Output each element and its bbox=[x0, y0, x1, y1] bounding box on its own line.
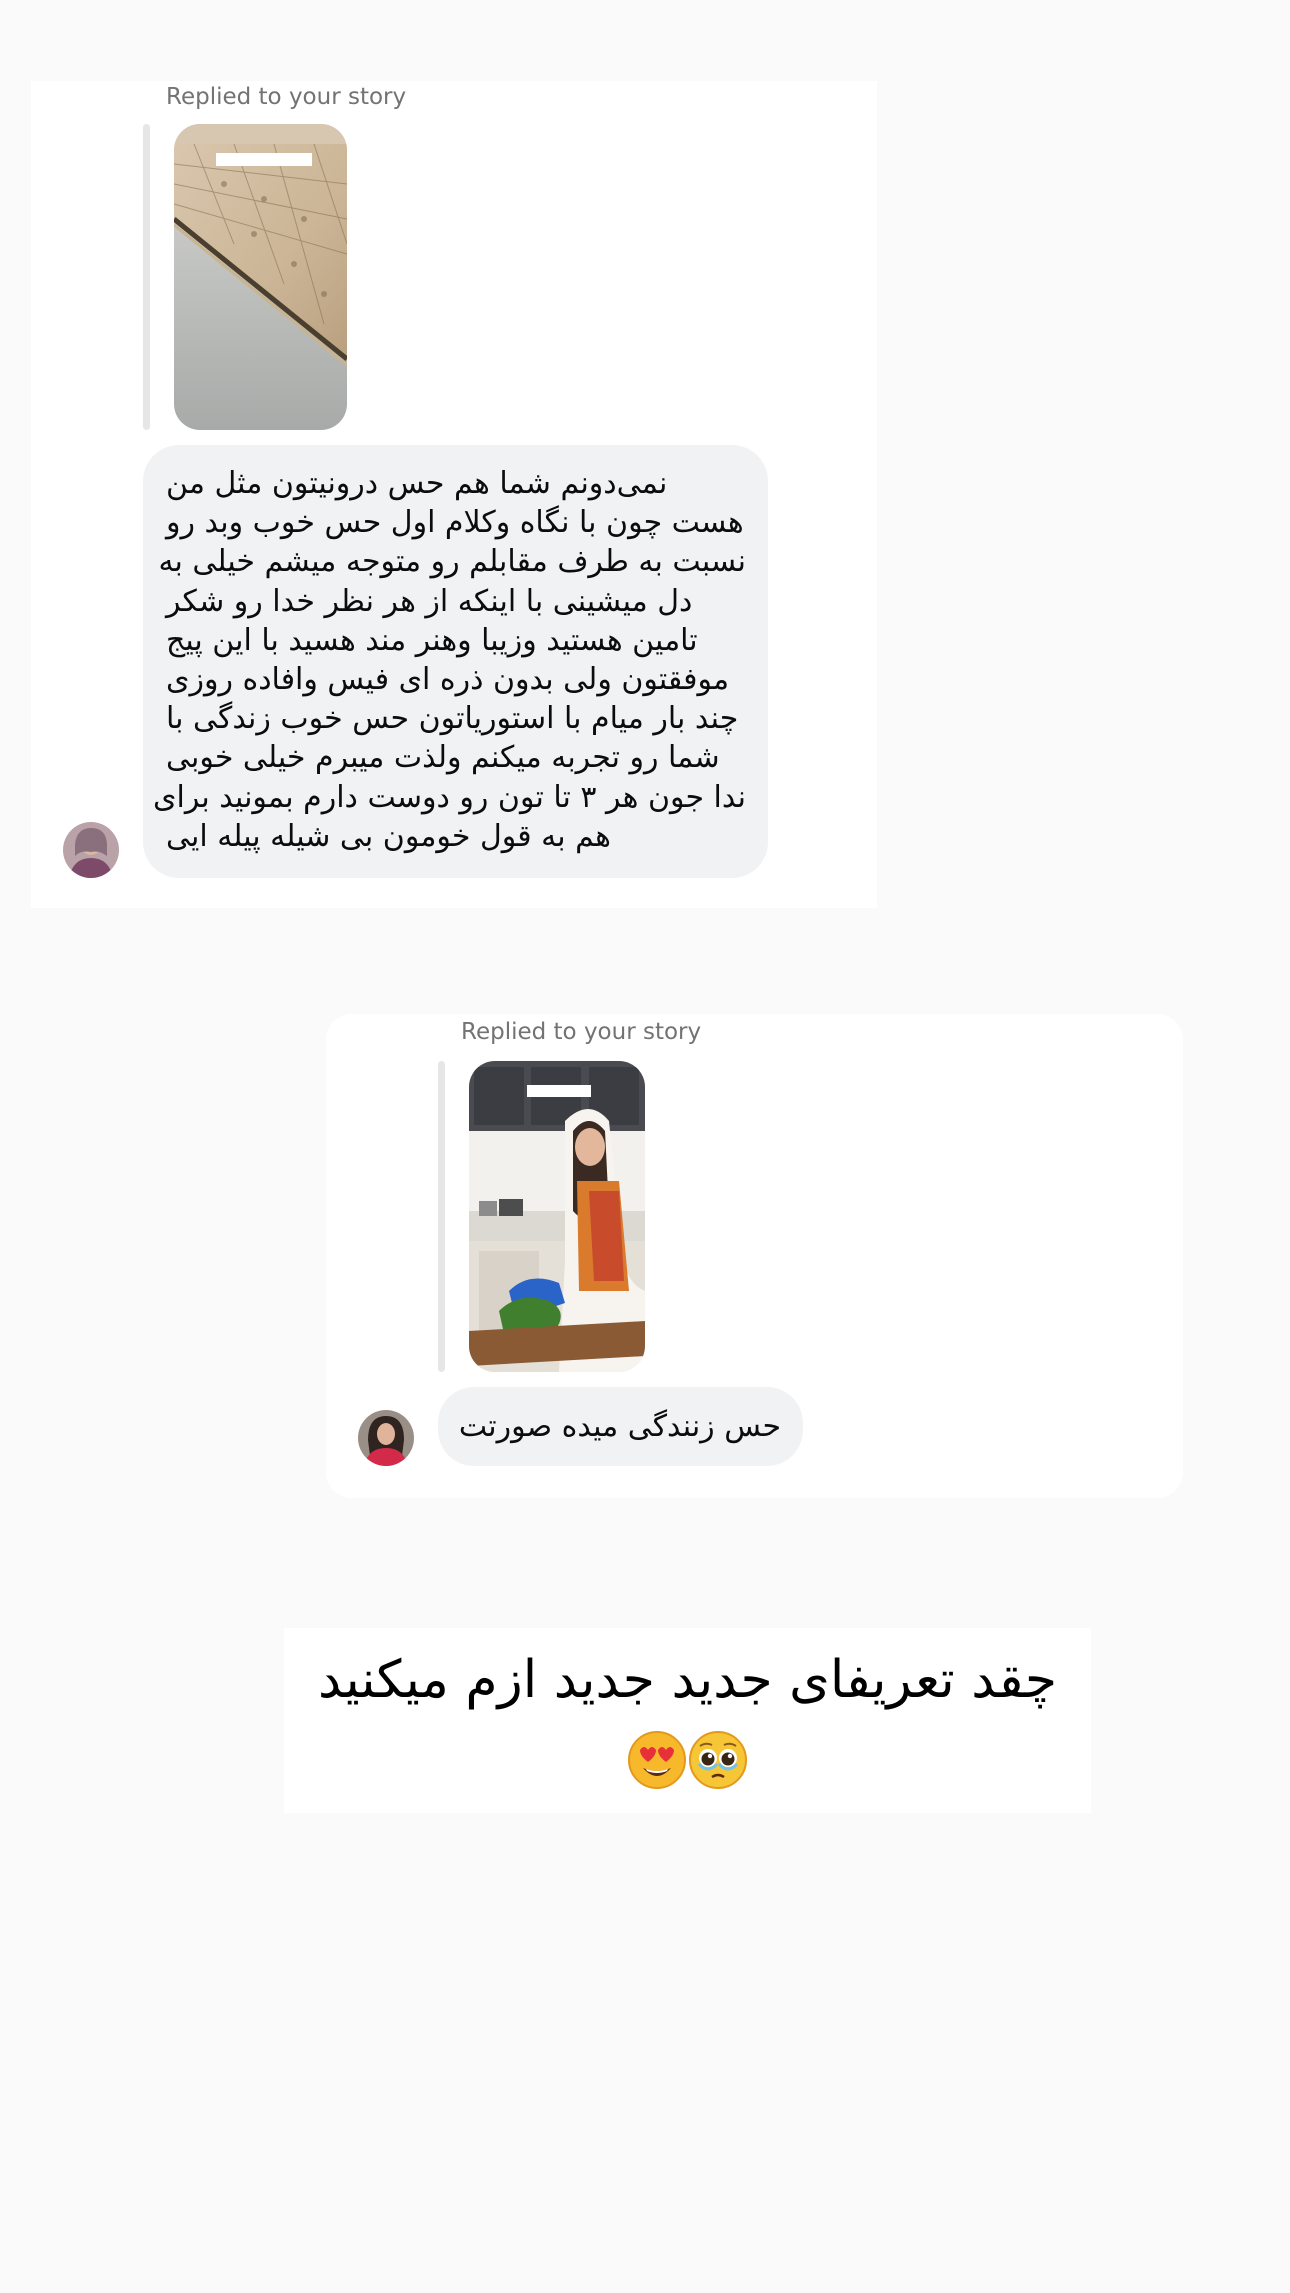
story-thumbnail-1[interactable] bbox=[174, 124, 347, 430]
pleading-face-emoji-icon bbox=[689, 1731, 747, 1789]
reply-quote-bar bbox=[143, 124, 150, 430]
message-line: چند بار میام با استوریاتون حس خوب زندگی … bbox=[166, 701, 739, 737]
message-card-1: Replied to your story bbox=[31, 81, 877, 908]
story-thumbnail-2[interactable] bbox=[469, 1061, 645, 1372]
message-line: حس زنندگی میده صورتت bbox=[458, 1409, 781, 1444]
replied-to-story-label: Replied to your story bbox=[166, 84, 407, 110]
message-line: نمی‌دونم شما هم حس درونیتون مثل من bbox=[166, 466, 668, 501]
message-line: موفقتون ولی بدون ذره ای فیس وافاده روزی bbox=[166, 662, 730, 698]
message-line: دل میشینی با اینکه از هر نظر خدا رو شکر bbox=[166, 583, 693, 619]
heart-eyes-emoji-icon bbox=[628, 1731, 686, 1789]
message-text-1: نمی‌دونم شما هم حس درونیتون مثل من هست چ… bbox=[153, 464, 746, 856]
story-caption-box: چقد تعریفای جدید جدید ازم میکنید bbox=[284, 1628, 1091, 1813]
message-line: ندا جون هر ۳ تا تون رو دوست دارم بمونید … bbox=[153, 779, 746, 815]
replied-to-story-label: Replied to your story bbox=[461, 1019, 702, 1045]
story-caption-text: چقد تعریفای جدید جدید ازم میکنید bbox=[317, 1650, 1058, 1710]
message-text-2: حس زنندگی میده صورتت bbox=[458, 1407, 781, 1446]
message-bubble-2: حس زنندگی میده صورتت bbox=[438, 1387, 803, 1466]
message-line: نسبت به طرف مقابلم رو متوجه میشم خیلی به bbox=[158, 544, 746, 580]
message-card-2: Replied to your story حس زنندگی میده صور… bbox=[326, 1014, 1183, 1498]
message-bubble-1: نمی‌دونم شما هم حس درونیتون مثل من هست چ… bbox=[143, 445, 768, 878]
avatar[interactable] bbox=[63, 822, 119, 878]
message-line: هست چون با نگاه وکلام اول حس خوب وبد رو bbox=[166, 505, 744, 541]
reply-quote-bar bbox=[438, 1061, 445, 1372]
avatar[interactable] bbox=[358, 1410, 414, 1466]
message-line: تامین هستید وزیبا وهنر مند هسید با این پ… bbox=[166, 622, 698, 658]
message-line: هم به قول خومون بی شیله پیله ایی bbox=[166, 818, 611, 854]
caption-emoji-row bbox=[284, 1730, 1091, 1796]
message-line: شما رو تجربه میکنم ولذت میبرم خیلی خوبی bbox=[166, 740, 720, 776]
